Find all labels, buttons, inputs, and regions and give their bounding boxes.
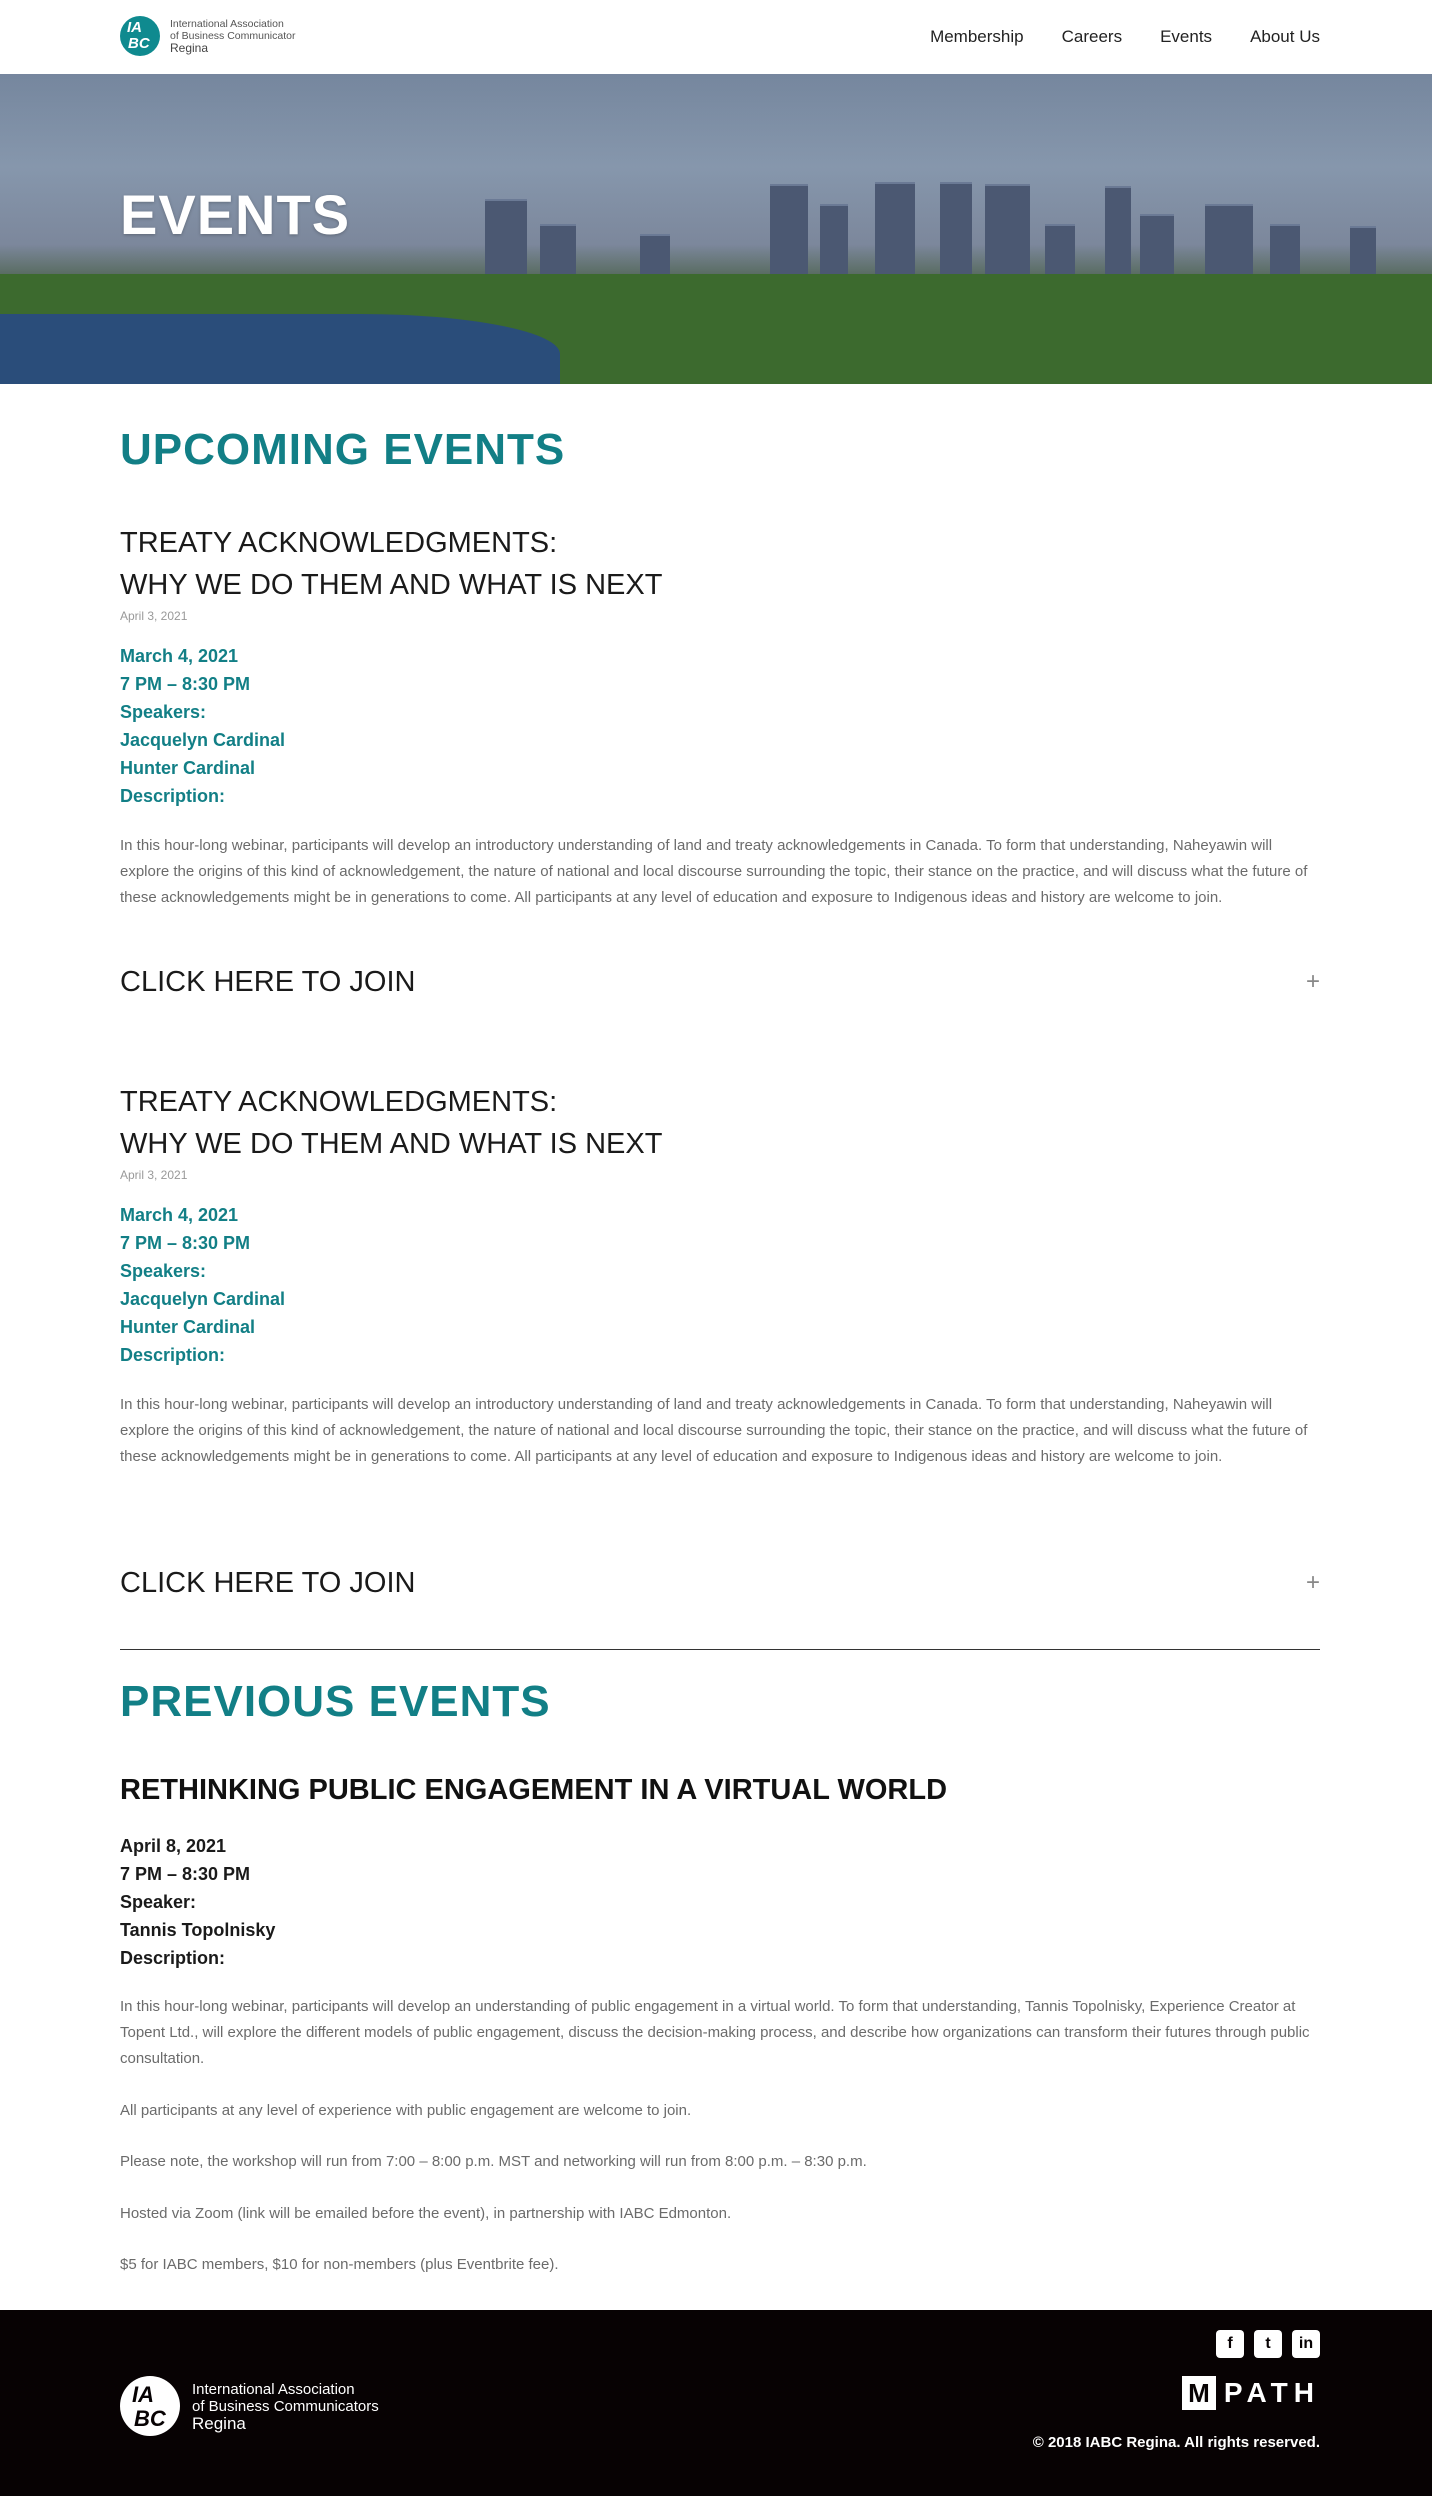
linkedin-icon[interactable]: in	[1292, 2330, 1320, 2358]
event-meta: March 4, 2021 7 PM – 8:30 PM Speakers: J…	[120, 642, 285, 810]
speaker-name: Jacquelyn Cardinal	[120, 1289, 286, 1309]
nav-events[interactable]: Events	[1160, 27, 1212, 47]
site-header: IA BC International Association of Busine…	[0, 0, 1432, 74]
skyline-building	[875, 182, 915, 289]
event-title-line2: WHY WE DO THEM AND WHAT IS NEXT	[120, 1128, 663, 1160]
logo-text: International Association of Business Co…	[170, 18, 295, 54]
footer-logo-line2: of Business Communicators	[192, 2397, 379, 2415]
event-description: Hosted via Zoom (link will be emailed be…	[120, 2205, 732, 2222]
footer-logo-line3: Regina	[192, 2413, 246, 2433]
iabc-logo[interactable]: IA BC International Association of Busine…	[120, 16, 295, 56]
skyline-building	[940, 182, 972, 289]
event-title: TREATY ACKNOWLEDGMENTS: WHY WE DO THEM A…	[120, 522, 662, 606]
previous-event-title: RETHINKING PUBLIC ENGAGEMENT IN A VIRTUA…	[120, 1774, 948, 1806]
speaker-name: Jacquelyn Cardinal	[120, 730, 286, 750]
plus-icon[interactable]: +	[1306, 968, 1320, 996]
social-links: f t in	[1216, 2330, 1320, 2358]
mpath-logo[interactable]: M PATH	[1181, 2376, 1320, 2410]
nav-membership[interactable]: Membership	[930, 27, 1024, 47]
main-nav: Membership Careers Events About Us	[930, 27, 1320, 47]
speaker-name: Tannis Topolnisky	[120, 1920, 276, 1940]
footer-logo-line1: International Association	[192, 2380, 355, 2398]
event-date: March 4, 2021	[120, 646, 239, 666]
join-accordion[interactable]: CLICK HERE TO JOIN +	[120, 1563, 1320, 1603]
logo-line3: Regina	[170, 41, 209, 55]
event-description: Please note, the workshop will run from …	[120, 2153, 867, 2170]
site-footer: IA BC International Association of Busine…	[0, 2310, 1432, 2496]
iabc-logo-mark-icon: IA BC	[120, 2376, 180, 2436]
facebook-icon[interactable]: f	[1216, 2330, 1244, 2358]
twitter-icon[interactable]: t	[1254, 2330, 1282, 2358]
nav-careers[interactable]: Careers	[1062, 27, 1122, 47]
plus-icon[interactable]: +	[1306, 1569, 1320, 1597]
event-description: $5 for IABC members, $10 for non-members…	[120, 2256, 559, 2273]
footer-logo-text: International Association of Business Co…	[192, 2381, 379, 2432]
event-date: March 4, 2021	[120, 1205, 239, 1225]
footer-logo[interactable]: IA BC International Association of Busine…	[120, 2376, 379, 2436]
post-date: April 3, 2021	[120, 1168, 188, 1182]
event-meta: March 4, 2021 7 PM – 8:30 PM Speakers: J…	[120, 1201, 285, 1369]
previous-event-meta: April 8, 2021 7 PM – 8:30 PM Speaker: Ta…	[120, 1832, 275, 1972]
section-divider	[120, 1649, 1320, 1650]
event-title: TREATY ACKNOWLEDGMENTS: WHY WE DO THEM A…	[120, 1081, 662, 1165]
description-label: Description:	[120, 1345, 226, 1365]
event-description: All participants at any level of experie…	[120, 2102, 692, 2119]
speaker-name: Hunter Cardinal	[120, 758, 256, 778]
previous-events-heading: PREVIOUS EVENTS	[120, 1677, 551, 1726]
upcoming-events-heading: UPCOMING EVENTS	[120, 425, 566, 474]
speaker-label: Speaker:	[120, 1892, 197, 1912]
description-label: Description:	[120, 786, 226, 806]
mpath-text: PATH	[1223, 2377, 1320, 2408]
event-description: In this hour-long webinar, participants …	[120, 1396, 1308, 1465]
speaker-name: Hunter Cardinal	[120, 1317, 256, 1337]
speakers-label: Speakers:	[120, 702, 207, 722]
join-accordion[interactable]: CLICK HERE TO JOIN +	[120, 962, 1320, 1002]
join-label: CLICK HERE TO JOIN	[120, 965, 416, 998]
page-title: EVENTS	[120, 183, 351, 246]
description-label: Description:	[120, 1948, 226, 1968]
copyright: © 2018 IABC Regina. All rights reserved.	[1032, 2434, 1320, 2451]
event-description: In this hour-long webinar, participants …	[120, 837, 1308, 906]
event-time: 7 PM – 8:30 PM	[120, 674, 251, 694]
event-title-line1: TREATY ACKNOWLEDGMENTS:	[120, 1086, 558, 1118]
event-time: 7 PM – 8:30 PM	[120, 1864, 251, 1884]
iabc-logo-mark-icon: IA BC	[120, 16, 160, 56]
event-title-line1: TREATY ACKNOWLEDGMENTS:	[120, 527, 558, 559]
event-title-line2: WHY WE DO THEM AND WHAT IS NEXT	[120, 569, 663, 601]
event-description: In this hour-long webinar, participants …	[120, 1998, 1310, 2067]
hero-banner: EVENTS	[0, 74, 1432, 384]
post-date: April 3, 2021	[120, 609, 188, 623]
nav-about-us[interactable]: About Us	[1250, 27, 1320, 47]
event-time: 7 PM – 8:30 PM	[120, 1233, 251, 1253]
logo-line1: International Association	[170, 18, 284, 30]
speakers-label: Speakers:	[120, 1261, 207, 1281]
mpath-m: M	[1181, 2376, 1216, 2410]
hero-water	[0, 314, 560, 384]
event-date: April 8, 2021	[120, 1836, 227, 1856]
join-label: CLICK HERE TO JOIN	[120, 1566, 416, 1599]
